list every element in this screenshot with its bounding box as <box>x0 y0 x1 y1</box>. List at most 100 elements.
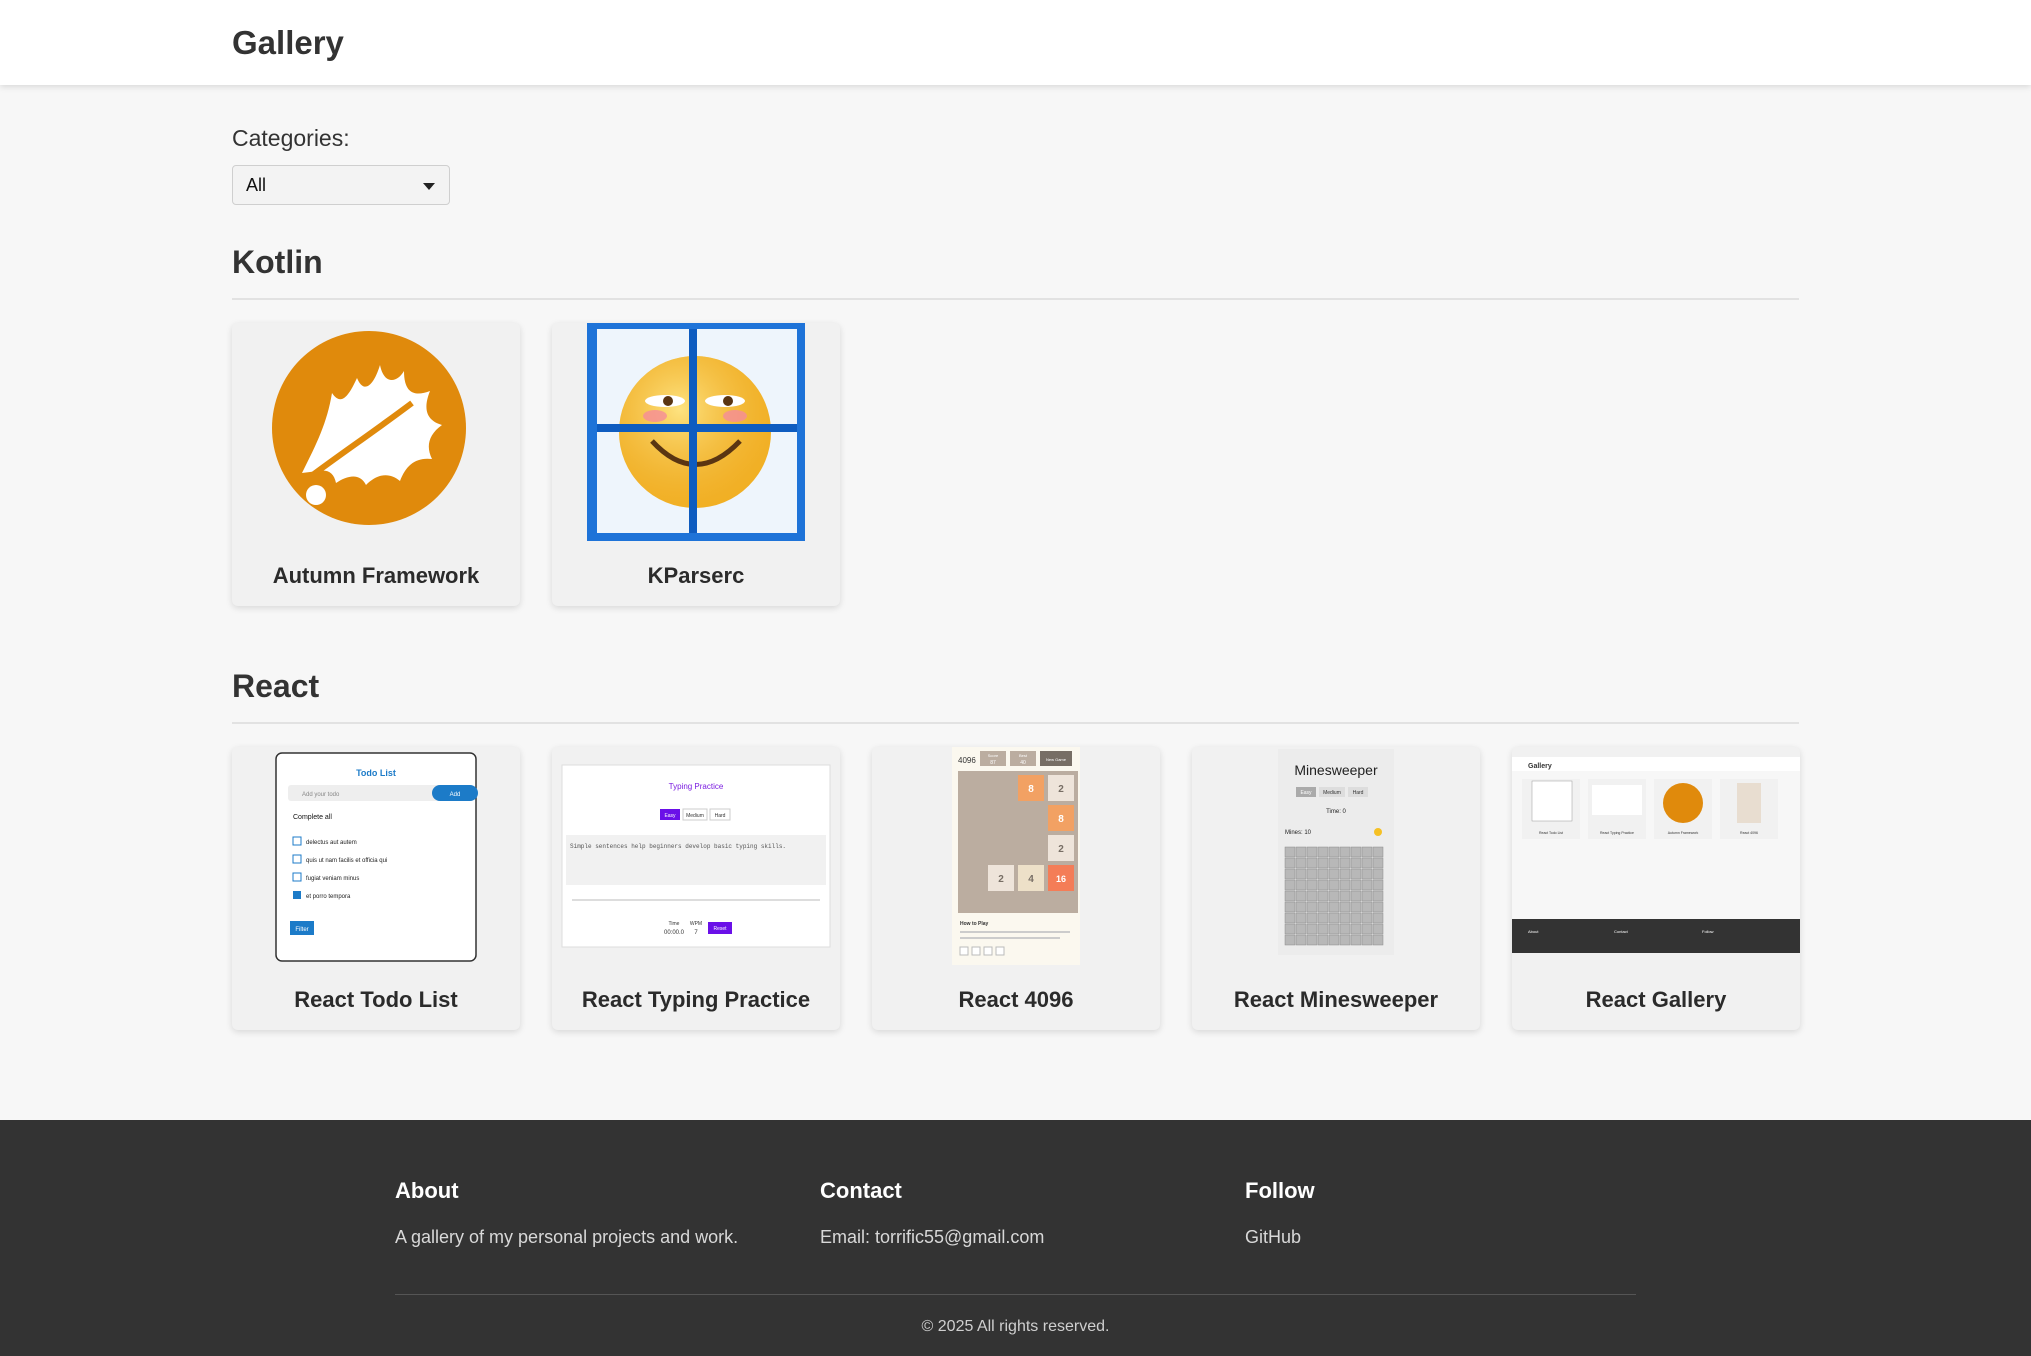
svg-text:Add: Add <box>450 792 461 798</box>
mine-cell <box>1350 846 1362 858</box>
svg-text:Easy: Easy <box>1300 790 1312 796</box>
project-card-react-minesweeper[interactable]: Minesweeper Easy Medium Hard Time: 0 Min… <box>1192 747 1480 1030</box>
mine-cell <box>1306 934 1318 946</box>
svg-text:00:00.0: 00:00.0 <box>664 930 685 936</box>
page-footer: About A gallery of my personal projects … <box>0 1120 2031 1356</box>
mine-cell <box>1317 846 1329 858</box>
svg-text:Typing Practice: Typing Practice <box>669 782 724 791</box>
project-card-react-todo-list[interactable]: Todo List Add your todo Add Complete all… <box>232 747 520 1030</box>
mine-cell <box>1295 868 1307 880</box>
mine-cell <box>1350 901 1362 913</box>
mine-cell <box>1328 923 1340 935</box>
section-title-react: React <box>232 668 320 704</box>
copyright-text: © 2025 All rights reserved. <box>921 1318 1110 1335</box>
mine-cell <box>1295 901 1307 913</box>
mine-cell <box>1372 923 1384 935</box>
svg-text:et porro tempora: et porro tempora <box>306 894 351 900</box>
mine-cell <box>1361 857 1373 869</box>
svg-text:quis ut nam facilis et officia: quis ut nam facilis et officia qui <box>306 858 387 864</box>
svg-text:React 4096: React 4096 <box>1740 831 1758 835</box>
mine-cell <box>1306 923 1318 935</box>
svg-text:8: 8 <box>1028 784 1034 795</box>
project-card-title: Autumn Framework <box>272 563 480 588</box>
mine-cell <box>1350 857 1362 869</box>
mine-cell <box>1339 934 1351 946</box>
svg-text:Medium: Medium <box>686 813 704 819</box>
mine-cell <box>1306 868 1318 880</box>
game-4096-screenshot: 4096 Score 87 Best 40 New Game 8 2 8 2 2… <box>952 747 1080 965</box>
mine-cell <box>1284 868 1296 880</box>
svg-text:New Game: New Game <box>1046 757 1067 762</box>
mine-cell <box>1306 890 1318 902</box>
svg-text:Reset: Reset <box>713 926 727 932</box>
mine-cell <box>1284 934 1296 946</box>
svg-text:delectus aut autem: delectus aut autem <box>306 840 357 846</box>
page-title: Gallery <box>232 24 344 61</box>
mine-cell <box>1306 912 1318 924</box>
mine-cell <box>1339 901 1351 913</box>
categories-select[interactable]: All <box>232 165 450 205</box>
footer-contact-email: Email: torrific55@gmail.com <box>820 1227 1045 1247</box>
svg-text:87: 87 <box>990 760 996 766</box>
svg-text:Complete all: Complete all <box>293 814 332 821</box>
github-link[interactable]: GitHub <box>1245 1227 1315 1248</box>
mine-cell <box>1372 846 1384 858</box>
footer-divider <box>395 1294 1636 1295</box>
mine-cell <box>1372 868 1384 880</box>
project-card-react-gallery[interactable]: Gallery React Todo List React Typing Pra… <box>1512 747 1800 1030</box>
footer-contact-title: Contact <box>820 1178 902 1203</box>
mine-cell <box>1339 923 1351 935</box>
mine-cell <box>1328 912 1340 924</box>
project-card-kparserc[interactable]: KParserc <box>552 323 840 606</box>
svg-text:Todo List: Todo List <box>356 768 396 778</box>
project-card-react-4096[interactable]: 4096 Score 87 Best 40 New Game 8 2 8 2 2… <box>872 747 1160 1030</box>
mine-cell <box>1317 890 1329 902</box>
gallery-screenshot: Gallery React Todo List React Typing Pra… <box>1512 757 1800 953</box>
mine-cell <box>1317 868 1329 880</box>
svg-text:Filter: Filter <box>295 927 308 933</box>
mine-cell <box>1317 879 1329 891</box>
mine-cell <box>1361 846 1373 858</box>
svg-text:Time: Time <box>669 921 680 927</box>
mine-cell <box>1372 912 1384 924</box>
mine-cell <box>1339 857 1351 869</box>
svg-text:Autumn Framework: Autumn Framework <box>1668 831 1699 835</box>
svg-text:Best: Best <box>1019 753 1028 758</box>
svg-text:React Typing Practice: React Typing Practice <box>1600 831 1634 835</box>
project-thumbnail: Minesweeper Easy Medium Hard Time: 0 Min… <box>1192 747 1480 965</box>
project-thumbnail: Gallery React Todo List React Typing Pra… <box>1512 747 1800 965</box>
mine-cell <box>1284 846 1296 858</box>
mine-cell <box>1372 934 1384 946</box>
categories-label: Categories: <box>232 125 350 151</box>
mine-cell <box>1339 846 1351 858</box>
svg-text:Easy: Easy <box>664 813 676 819</box>
mine-cell <box>1372 879 1384 891</box>
svg-text:WPM: WPM <box>690 921 702 927</box>
typing-practice-screenshot: Typing Practice Easy Medium Hard Simple … <box>561 764 831 948</box>
footer-follow: Follow GitHub <box>1245 1178 1315 1248</box>
footer-about-text: A gallery of my personal projects and wo… <box>395 1227 739 1247</box>
svg-text:Medium: Medium <box>1323 790 1341 796</box>
project-card-react-typing-practice[interactable]: Typing Practice Easy Medium Hard Simple … <box>552 747 840 1030</box>
project-thumbnail <box>552 323 840 541</box>
mine-cell <box>1328 846 1340 858</box>
mine-cell <box>1361 868 1373 880</box>
svg-text:4096: 4096 <box>958 756 976 765</box>
mine-cell <box>1361 901 1373 913</box>
mine-cell <box>1295 934 1307 946</box>
mine-cell <box>1284 890 1296 902</box>
mine-cell <box>1306 879 1318 891</box>
svg-text:fugiat veniam minus: fugiat veniam minus <box>306 876 359 882</box>
project-card-title: KParserc <box>647 563 745 588</box>
project-card-title: React Minesweeper <box>1233 987 1439 1012</box>
footer-about-title: About <box>395 1178 459 1203</box>
svg-text:8: 8 <box>1058 814 1064 825</box>
svg-text:40: 40 <box>1020 760 1026 766</box>
svg-text:Contact: Contact <box>1614 929 1629 934</box>
svg-text:Minesweeper: Minesweeper <box>1294 762 1378 778</box>
mine-cell <box>1317 923 1329 935</box>
minesweeper-screenshot: Minesweeper Easy Medium Hard Time: 0 Min… <box>1278 749 1394 955</box>
mine-cell <box>1339 879 1351 891</box>
project-card-autumn-framework[interactable]: Autumn Framework <box>232 323 520 606</box>
svg-text:About: About <box>1528 929 1539 934</box>
